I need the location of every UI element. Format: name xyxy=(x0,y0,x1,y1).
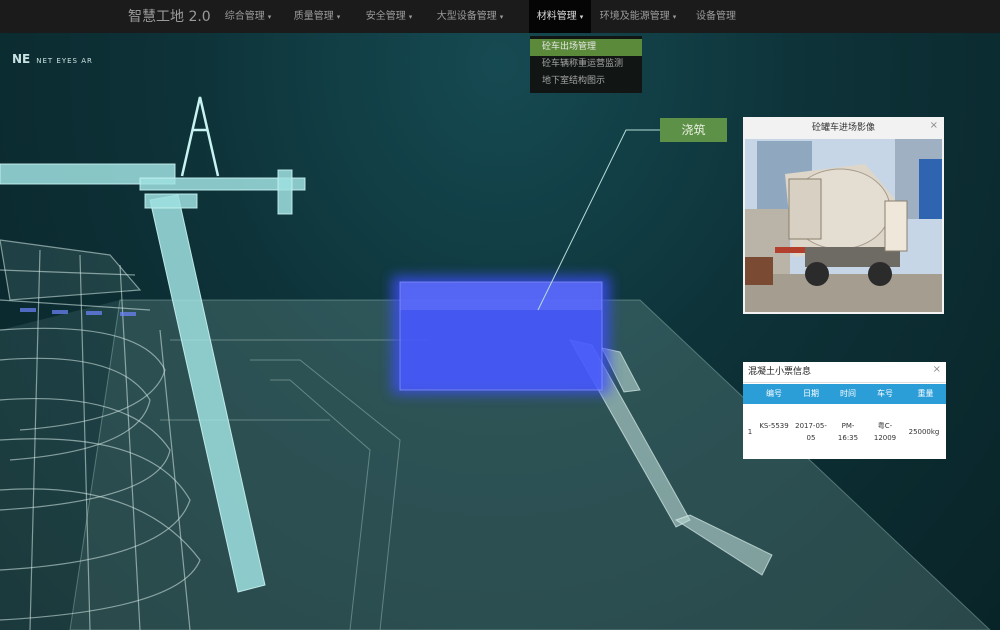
truck-camera-image xyxy=(745,139,942,312)
logo-text: NET EYES AR xyxy=(36,57,93,65)
cell-index: 1 xyxy=(747,428,753,436)
concrete-ticket-panel: 混凝土小票信息 × 编号 日期 时间 车号 重量 1 KS-5539 2017-… xyxy=(743,362,946,459)
column-header-plate: 车号 xyxy=(877,389,893,398)
crane-mast xyxy=(180,96,220,177)
column-header-index xyxy=(743,384,757,404)
cell-number: KS-5539 xyxy=(759,422,789,430)
dropdown-item-truck-weighing[interactable]: 砼车辆称重运营监测 xyxy=(530,56,642,73)
column-header-number: 编号 xyxy=(766,389,782,398)
cell-time: PM-16:35 xyxy=(837,422,859,442)
camera-panel: 砼罐车进场影像 × xyxy=(743,117,944,314)
cell-date: 2017-05-05 xyxy=(795,422,827,442)
dropdown-item-concrete-truck-exit[interactable]: 砼车出场管理 xyxy=(530,39,642,56)
pour-area-highlight[interactable] xyxy=(392,276,610,394)
logo: NE NET EYES AR xyxy=(12,52,93,66)
ticket-panel-title: 混凝土小票信息 xyxy=(743,362,946,383)
close-icon[interactable]: × xyxy=(930,120,938,131)
camera-panel-title: 砼罐车进场影像 xyxy=(811,123,875,133)
dropdown-item-basement-structure[interactable]: 地下室结构图示 xyxy=(530,73,642,90)
cell-weight: 25000kg xyxy=(908,428,940,436)
column-header-date: 日期 xyxy=(803,389,819,398)
bim-3d-scene[interactable] xyxy=(0,0,1000,630)
cell-plate: 粤C-12009 xyxy=(873,422,897,442)
close-icon[interactable]: × xyxy=(933,364,941,375)
column-header-weight: 重量 xyxy=(917,389,934,398)
ticket-table-header: 编号 日期 时间 车号 重量 xyxy=(743,384,946,404)
logo-mark: NE xyxy=(12,52,31,66)
materials-dropdown-menu: 砼车出场管理 砼车辆称重运营监测 地下室结构图示 xyxy=(530,36,642,93)
pour-callout-tag[interactable]: 浇筑 xyxy=(660,118,727,142)
column-header-time: 时间 xyxy=(840,389,856,398)
